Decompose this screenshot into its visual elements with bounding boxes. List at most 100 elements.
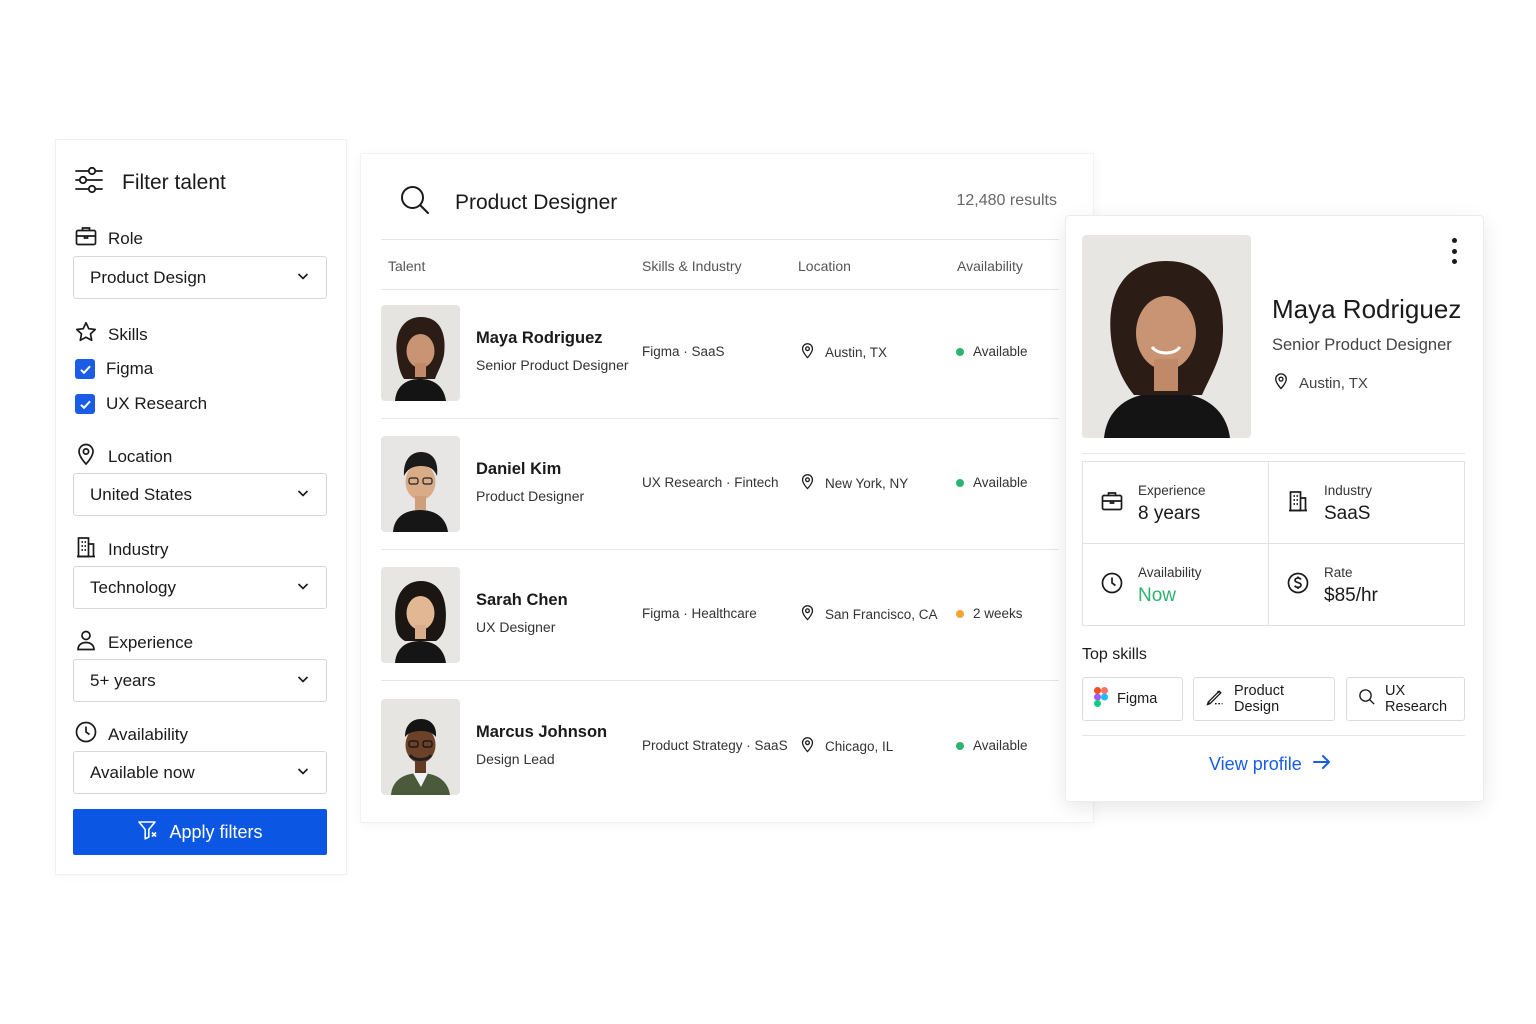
industry-select-value: Technology	[90, 577, 177, 597]
pen-tool-icon	[1205, 687, 1225, 711]
briefcase-icon	[74, 224, 98, 253]
talent-availability: Available	[956, 738, 1028, 753]
column-header-talent[interactable]: Talent	[388, 258, 425, 274]
talent-name[interactable]: Marcus Johnson	[476, 723, 607, 742]
apply-filters-button[interactable]: Apply filters	[73, 809, 327, 855]
map-pin-icon	[74, 442, 98, 471]
search-icon	[1358, 688, 1376, 710]
filter-title: Filter talent	[122, 170, 226, 194]
search-bar[interactable]: Product Designer	[399, 184, 617, 221]
filter-funnel-icon	[137, 819, 159, 846]
column-divider	[381, 289, 1059, 290]
role-label: Role	[74, 224, 143, 253]
location-label: Location	[74, 442, 172, 471]
experience-select[interactable]: 5+ years	[73, 659, 327, 702]
status-dot	[956, 478, 964, 487]
row-divider	[381, 680, 1059, 681]
talent-name[interactable]: Maya Rodriguez	[476, 329, 603, 348]
talent-availability: Available	[956, 344, 1028, 359]
location-select[interactable]: United States	[73, 473, 327, 516]
column-header-skills[interactable]: Skills & Industry	[642, 258, 742, 274]
view-profile-link[interactable]: View profile	[1209, 753, 1332, 776]
talent-skills: Figma · Healthcare	[642, 606, 757, 621]
header-divider	[381, 239, 1059, 240]
row-divider	[381, 549, 1059, 550]
search-query: Product Designer	[455, 190, 618, 214]
arrow-right-icon	[1312, 753, 1332, 776]
filter-panel: Filter talent Role Product Design Skills…	[56, 140, 346, 874]
talent-location: Austin, TX	[799, 342, 887, 362]
talent-location: New York, NY	[799, 473, 908, 493]
map-pin-icon	[799, 342, 816, 362]
industry-label: Industry	[74, 535, 168, 564]
skill-checkbox-figma[interactable]: Figma	[75, 359, 153, 379]
skills-label: Skills	[74, 320, 148, 349]
talent-name[interactable]: Sarah Chen	[476, 591, 568, 610]
role-select-value: Product Design	[90, 267, 207, 287]
table-row[interactable]: Daniel Kim Product Designer UX Research …	[381, 436, 1059, 567]
experience-select-value: 5+ years	[90, 670, 156, 690]
location-select-value: United States	[90, 484, 193, 504]
profile-footer-divider	[1082, 735, 1465, 736]
avatar	[381, 699, 460, 795]
avatar	[381, 567, 460, 663]
profile-title: Senior Product Designer	[1272, 336, 1452, 354]
table-row[interactable]: Marcus Johnson Design Lead Product Strat…	[381, 699, 1059, 830]
talent-role: UX Designer	[476, 619, 556, 635]
results-panel: Product Designer 12,480 results Talent S…	[361, 154, 1093, 822]
talent-availability: Available	[956, 475, 1028, 490]
search-icon	[399, 184, 431, 221]
column-header-location[interactable]: Location	[798, 258, 851, 274]
map-pin-icon	[799, 736, 816, 756]
chevron-down-icon	[296, 763, 310, 783]
clock-icon	[74, 720, 98, 749]
profile-name: Maya Rodriguez	[1272, 294, 1462, 324]
map-pin-icon	[1272, 372, 1290, 394]
role-select[interactable]: Product Design	[73, 256, 327, 299]
talent-skills: Product Strategy · SaaS	[642, 738, 788, 753]
avatar	[381, 436, 460, 532]
skill-chip-figma[interactable]: Figma	[1082, 677, 1183, 721]
profile-photo	[1082, 235, 1251, 438]
experience-label: Experience	[74, 628, 193, 657]
profile-card: Maya Rodriguez Senior Product Designer A…	[1066, 216, 1483, 801]
talent-skills: UX Research · Fintech	[642, 475, 779, 490]
talent-availability: 2 weeks	[956, 606, 1023, 621]
availability-select[interactable]: Available now	[73, 751, 327, 794]
talent-name[interactable]: Daniel Kim	[476, 460, 561, 479]
industry-select[interactable]: Technology	[73, 566, 327, 609]
table-row[interactable]: Maya Rodriguez Senior Product Designer F…	[381, 305, 1059, 436]
skill-chip-ux-research[interactable]: UX Research	[1346, 677, 1465, 721]
status-dot	[956, 347, 964, 356]
more-options-icon[interactable]	[1449, 238, 1459, 264]
talent-role: Product Designer	[476, 488, 585, 504]
chevron-down-icon	[296, 578, 310, 598]
availability-select-value: Available now	[90, 762, 195, 782]
top-skills-heading: Top skills	[1082, 646, 1147, 663]
talent-location: San Francisco, CA	[799, 604, 938, 624]
talent-location: Chicago, IL	[799, 736, 893, 756]
status-dot	[956, 609, 964, 618]
checkbox-checked-icon[interactable]	[75, 394, 95, 414]
row-divider	[381, 418, 1059, 419]
building-icon	[74, 535, 98, 564]
table-row[interactable]: Sarah Chen UX Designer Figma · Healthcar…	[381, 567, 1059, 698]
apply-filters-label: Apply filters	[169, 821, 263, 842]
talent-role: Senior Product Designer	[476, 357, 629, 373]
status-dot	[956, 741, 964, 750]
skill-checkbox-ux-research[interactable]: UX Research	[75, 394, 207, 414]
chevron-down-icon	[296, 671, 310, 691]
profile-divider	[1082, 453, 1465, 454]
map-pin-icon	[799, 604, 816, 624]
figma-icon	[1094, 687, 1108, 711]
sliders-icon	[74, 166, 104, 199]
skill-chip-product-design[interactable]: Product Design	[1193, 677, 1335, 721]
filter-header: Filter talent	[74, 166, 226, 199]
chevron-down-icon	[296, 268, 310, 288]
map-pin-icon	[799, 473, 816, 493]
user-icon	[74, 628, 98, 657]
chevron-down-icon	[296, 485, 310, 505]
checkbox-checked-icon[interactable]	[75, 359, 95, 379]
column-header-availability[interactable]: Availability	[957, 258, 1023, 274]
results-count: 12,480 results	[956, 192, 1057, 209]
